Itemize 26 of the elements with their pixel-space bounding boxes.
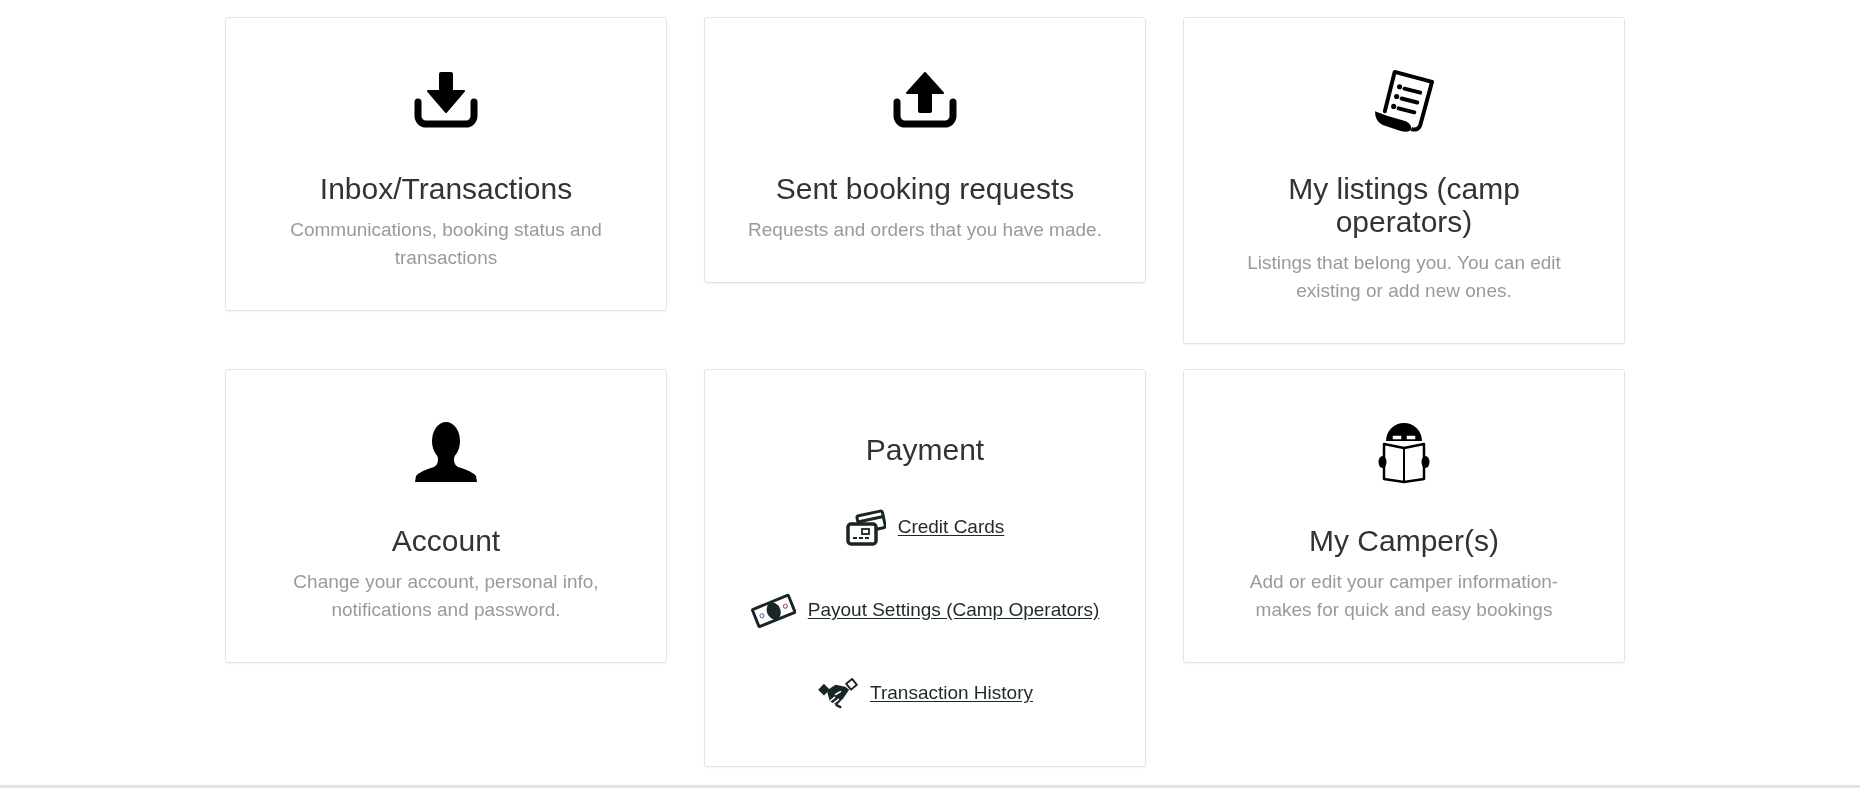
reader-with-book-icon <box>1378 420 1430 484</box>
card-description: Communications, booking status and transactions <box>289 218 603 270</box>
dashboard-card[interactable]: Inbox/Transactions Communications, booking status and transactions <box>225 17 667 311</box>
card-title: Inbox/Transactions <box>319 172 573 205</box>
payment-link[interactable]: Credit Cards <box>845 507 1005 547</box>
dashboard-card[interactable]: Sent booking requests Requests and orders that you have made. <box>704 17 1146 283</box>
card-description: Add or edit your camper information-makes for quick and easy bookings <box>1248 570 1560 622</box>
download-tray-icon <box>414 72 478 128</box>
upload-tray-icon <box>893 72 957 128</box>
payment-link[interactable]: Payout Settings (Camp Operators) <box>750 590 1100 630</box>
handshake-icon <box>817 677 858 709</box>
card-title: My listings (camp operators) <box>1287 172 1521 238</box>
card-description: Listings that belong you. You can edit existing or add new ones. <box>1246 251 1562 303</box>
document-list-icon <box>1372 67 1436 133</box>
dashboard-card[interactable]: Account Change your account, personal info, notifications and password. <box>225 369 667 663</box>
card-title: Payment <box>865 433 985 466</box>
person-silhouette-icon <box>414 422 478 482</box>
dashboard-card[interactable]: My Camper(s) Add or edit your camper information-makes for quick and easy bookings <box>1183 369 1625 663</box>
payment-link[interactable]: Transaction History <box>817 673 1033 713</box>
card-title: My Camper(s) <box>1309 524 1499 557</box>
card-title: Sent booking requests <box>775 172 1075 205</box>
card-description: Change your account, personal info, notifications and password. <box>292 570 600 622</box>
card-title: Account <box>391 524 501 557</box>
card-description: Requests and orders that you have made. <box>748 218 1102 242</box>
credit-cards-icon <box>845 508 886 546</box>
dashboard-card[interactable]: My listings (camp operators) Listings that belong you. You can edit existing or add new ones. <box>1183 17 1625 344</box>
